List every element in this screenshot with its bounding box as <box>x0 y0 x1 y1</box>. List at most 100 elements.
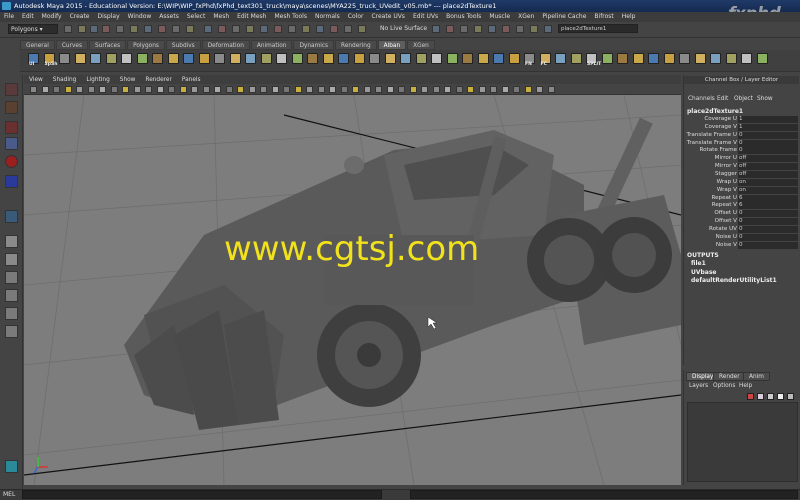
panel-toolbar-icon[interactable] <box>478 86 486 93</box>
shelf-button-icon[interactable] <box>477 53 489 64</box>
shelf-button-icon[interactable] <box>710 53 721 64</box>
show-manipulator-icon[interactable] <box>5 210 18 223</box>
panel-toolbar-icon[interactable] <box>191 86 198 93</box>
status-line-tool-icon[interactable] <box>172 25 180 33</box>
channel-box-menu-edit[interactable]: Edit <box>717 96 728 102</box>
panel-toolbar-icon[interactable] <box>156 86 164 93</box>
panel-toolbar-icon[interactable] <box>375 86 382 93</box>
shelf-button-icon[interactable] <box>725 53 737 64</box>
status-line-tool-icon[interactable] <box>544 25 552 33</box>
shelf-tab-surfaces[interactable]: Surfaces <box>88 40 127 50</box>
shelf-tab-dynamics[interactable]: Dynamics <box>293 40 335 50</box>
shelf-tab-rendering[interactable]: Rendering <box>335 40 377 50</box>
shelf-button-icon[interactable] <box>136 53 148 64</box>
panel-toolbar-icon[interactable] <box>409 86 417 93</box>
shelf-button-icon[interactable] <box>415 53 427 64</box>
menu-help[interactable]: Help <box>618 12 640 22</box>
status-line-tool-icon[interactable] <box>246 25 254 33</box>
menu-bonus-tools[interactable]: Bonus Tools <box>442 12 485 22</box>
panel-toolbar-icon[interactable] <box>386 86 394 93</box>
new-layer-icon[interactable] <box>747 393 754 400</box>
shelf-tab-alban[interactable]: Alban <box>377 40 407 50</box>
menu-mesh[interactable]: Mesh <box>209 12 233 22</box>
status-line-tool-icon[interactable] <box>460 25 468 33</box>
panel-toolbar-icon[interactable] <box>248 86 256 93</box>
output-node[interactable]: defaultRenderUtilityList1 <box>691 277 777 284</box>
status-line-tool-icon[interactable] <box>446 25 454 33</box>
layer-options-icon[interactable] <box>787 393 794 400</box>
render-view-icon[interactable] <box>5 460 18 473</box>
status-line-tool-icon[interactable] <box>116 25 124 33</box>
panel-toolbar-icon[interactable] <box>145 86 152 93</box>
status-line-tool-icon[interactable] <box>316 25 324 33</box>
status-line-tool-icon[interactable] <box>474 25 482 33</box>
shelf-button-icon[interactable] <box>152 53 163 64</box>
panel-toolbar-icon[interactable] <box>99 86 106 93</box>
shelf-button-icon[interactable] <box>260 53 272 64</box>
panel-toolbar-icon[interactable] <box>202 86 210 93</box>
attribute-value-field[interactable]: 6 <box>738 194 798 202</box>
shelf-button-icon[interactable] <box>679 53 690 64</box>
truck-model[interactable] <box>124 117 681 430</box>
attribute-value-field[interactable]: 0 <box>738 225 798 233</box>
status-line-tool-icon[interactable] <box>516 25 524 33</box>
shelf-tab-animation[interactable]: Animation <box>250 40 293 50</box>
shelf-button-icon[interactable] <box>400 53 411 64</box>
four-view-layout-icon[interactable] <box>5 253 18 266</box>
layer-tab-render[interactable]: Render <box>713 372 746 381</box>
shelf-tab-deformation[interactable]: Deformation <box>201 40 250 50</box>
shelf-button-icon[interactable] <box>493 53 504 64</box>
attribute-value-field[interactable]: 1 <box>738 116 798 123</box>
shelf-button-icon[interactable] <box>59 53 70 64</box>
shelf-button-icon[interactable] <box>570 53 582 64</box>
layer-menu-help[interactable]: Help <box>739 383 752 389</box>
shelf-button-icon[interactable] <box>105 53 117 64</box>
persp-graph-layout-icon[interactable] <box>5 289 18 302</box>
panel-toolbar-icon[interactable] <box>237 86 244 93</box>
status-line-tool-icon[interactable] <box>502 25 510 33</box>
panel-toolbar-icon[interactable] <box>317 86 325 93</box>
shelf-button-icon[interactable] <box>431 53 442 64</box>
shelf-button-icon[interactable] <box>90 53 101 64</box>
panel-toolbar-icon[interactable] <box>501 86 509 93</box>
shelf-button-icon[interactable] <box>384 53 396 64</box>
shelf-tab-subdivs[interactable]: Subdivs <box>165 40 201 50</box>
panel-toolbar-icon[interactable] <box>444 86 451 93</box>
status-line-tool-icon[interactable] <box>218 25 226 33</box>
select-tool-icon[interactable] <box>5 83 18 96</box>
panel-toolbar-icon[interactable] <box>283 86 290 93</box>
attribute-value-field[interactable]: 0 <box>738 218 798 226</box>
paint-select-tool-icon[interactable] <box>5 121 18 134</box>
panel-toolbar-icon[interactable] <box>225 86 233 93</box>
panel-toolbar-icon[interactable] <box>110 86 118 93</box>
output-node[interactable]: file1 <box>691 260 706 267</box>
menu-mesh-tools[interactable]: Mesh Tools <box>270 12 310 22</box>
rotate-tool-icon[interactable] <box>5 155 18 168</box>
shelf-button-icon[interactable] <box>121 53 132 64</box>
panel-toolbar-icon[interactable] <box>260 86 267 93</box>
mel-command-input[interactable] <box>22 490 382 499</box>
menu-select[interactable]: Select <box>183 12 210 22</box>
single-perspective-layout-icon[interactable] <box>5 235 18 248</box>
menu-edit[interactable]: Edit <box>18 12 38 22</box>
panel-toolbar-icon[interactable] <box>87 86 95 93</box>
menu-assets[interactable]: Assets <box>155 12 183 22</box>
status-line-tool-icon[interactable] <box>64 25 72 33</box>
new-layer-selected-icon[interactable] <box>757 393 764 400</box>
shelf-tab-general[interactable]: General <box>20 40 55 50</box>
attribute-value-field[interactable]: 0 <box>738 233 798 241</box>
menu-file[interactable]: File <box>0 12 18 22</box>
menu-pipeline-cache[interactable]: Pipeline Cache <box>538 12 590 22</box>
attribute-value-field[interactable]: 0 <box>738 241 798 249</box>
status-line-tool-icon[interactable] <box>302 25 310 33</box>
shelf-tab-xgen[interactable]: XGen <box>407 40 435 50</box>
status-line-tool-icon[interactable] <box>186 25 194 33</box>
status-line-tool-icon[interactable] <box>102 25 110 33</box>
panel-toolbar-icon[interactable] <box>306 86 313 93</box>
status-line-tool-icon[interactable] <box>158 25 166 33</box>
panel-toolbar-icon[interactable] <box>432 86 440 93</box>
status-line-tool-icon[interactable] <box>432 25 440 33</box>
attribute-value-field[interactable]: on <box>738 178 798 186</box>
channel-box-menu-object[interactable]: Object <box>734 96 753 102</box>
panel-toolbar-icon[interactable] <box>76 86 83 93</box>
